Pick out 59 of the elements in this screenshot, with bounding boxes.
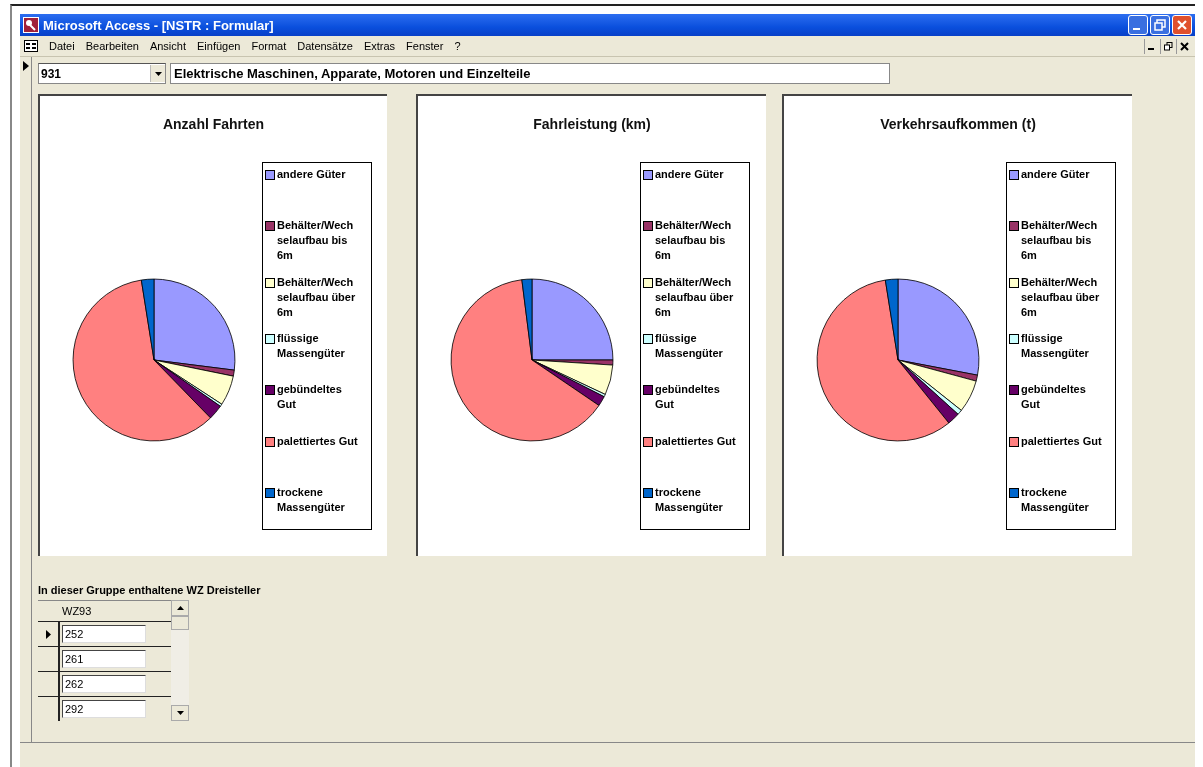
legend-label: andere Güter (655, 167, 725, 182)
legend-label: andere Güter (277, 167, 347, 182)
legend-label: gebündeltes Gut (655, 382, 721, 413)
legend-label: trockene Massengüter (1021, 484, 1090, 515)
close-button[interactable] (1176, 38, 1191, 54)
description-field[interactable]: Elektrische Maschinen, Apparate, Motoren und Einzelteile (170, 63, 890, 84)
legend-label: palettiertes Gut (655, 433, 737, 449)
current-record-icon (45, 629, 51, 639)
close-icon (1176, 19, 1188, 31)
restore-icon (1154, 19, 1166, 31)
menu-item[interactable]: ? (454, 40, 461, 52)
legend-label: Behälter/Wechselaufbau über 6m (655, 274, 735, 320)
menu-item[interactable]: Einfügen (197, 40, 241, 52)
menu-item[interactable]: Bearbeiten (85, 40, 139, 52)
up-arrow-icon (176, 606, 184, 610)
current-record-icon (22, 61, 29, 71)
chart-title: Verkehrsaufkommen (t) (879, 116, 1037, 132)
minimize-icon (1133, 28, 1140, 30)
form-icon[interactable] (24, 40, 38, 52)
vertical-scrollbar[interactable] (171, 600, 189, 721)
menu-item[interactable]: Format (251, 40, 287, 52)
window-title: Microsoft Access - [NSTR : Formular] (43, 17, 275, 33)
value-field[interactable]: 252 (62, 625, 146, 643)
legend-label: palettiertes Gut (1021, 433, 1103, 449)
legend-label: Behälter/Wechselaufbau bis 6m (655, 218, 733, 264)
menu-item[interactable]: Datei (49, 40, 75, 52)
legend-label: Behälter/Wechselaufbau über 6m (277, 274, 357, 320)
menu-item[interactable]: Fenster (406, 40, 444, 52)
value-field[interactable]: 262 (62, 675, 146, 693)
chart-title: Fahrleistung (km) (532, 116, 652, 132)
key-icon (23, 17, 39, 33)
legend-label: flüssige Massengüter (1021, 331, 1090, 361)
legend-label: trockene Massengüter (655, 484, 724, 515)
legend-label: flüssige Massengüter (277, 331, 346, 361)
down-arrow-icon (176, 711, 184, 715)
scroll-thumb[interactable] (171, 616, 189, 630)
menu-item[interactable]: Datensätze (297, 40, 353, 52)
legend-label: trockene Massengüter (277, 484, 346, 515)
legend-label: Behälter/Wechselaufbau bis 6m (1021, 218, 1099, 264)
code-combo-box[interactable]: 931 (38, 63, 166, 84)
menu-item[interactable]: Extras (363, 40, 396, 52)
restore-button[interactable] (1160, 38, 1175, 54)
scroll-down-button[interactable] (171, 705, 189, 721)
menu-item[interactable]: Ansicht (149, 40, 186, 52)
legend-label: gebündeltes Gut (1021, 382, 1087, 413)
column-header: WZ93 (62, 605, 92, 617)
legend-label: andere Güter (1021, 167, 1091, 182)
legend-label: gebündeltes Gut (277, 382, 343, 413)
chart-title: Anzahl Fahrten (161, 116, 266, 132)
restore-icon (1163, 41, 1173, 51)
legend-label: Behälter/Wechselaufbau über 6m (1021, 274, 1101, 320)
legend-label: palettiertes Gut (277, 433, 359, 449)
legend-label: flüssige Massengüter (655, 331, 724, 361)
close-icon (1179, 41, 1189, 51)
value-field[interactable]: 292 (62, 700, 146, 718)
scroll-up-button[interactable] (171, 600, 189, 616)
value-field[interactable]: 261 (62, 650, 146, 668)
subform-label: In dieser Gruppe enthaltene WZ Dreisteller (38, 584, 262, 596)
legend-label: Behälter/Wechselaufbau bis 6m (277, 218, 355, 264)
